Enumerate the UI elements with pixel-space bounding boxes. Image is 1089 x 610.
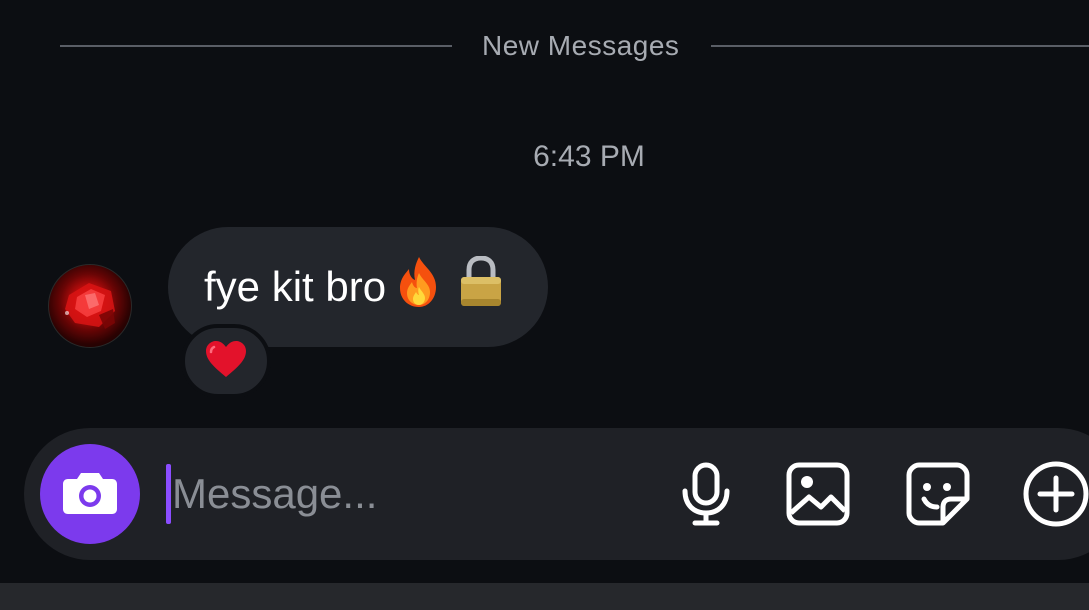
message-composer bbox=[24, 428, 1089, 560]
bottom-bar bbox=[0, 583, 1089, 610]
avatar[interactable] bbox=[48, 264, 132, 348]
sticker-icon bbox=[905, 461, 971, 527]
sticker-button[interactable] bbox=[902, 458, 974, 530]
message-input[interactable] bbox=[172, 462, 632, 526]
fire-emoji bbox=[394, 255, 444, 319]
more-button[interactable] bbox=[1020, 458, 1089, 530]
camera-icon bbox=[62, 469, 118, 520]
image-icon bbox=[785, 461, 851, 527]
microphone-icon bbox=[679, 461, 733, 527]
divider-line-right bbox=[711, 45, 1089, 47]
new-messages-divider: New Messages bbox=[60, 28, 1089, 64]
new-messages-label: New Messages bbox=[482, 30, 680, 61]
heart-emoji bbox=[204, 339, 248, 384]
microphone-button[interactable] bbox=[670, 458, 742, 530]
message-timestamp: 6:43 PM bbox=[533, 140, 645, 173]
camera-button[interactable] bbox=[40, 444, 140, 544]
reaction-pill[interactable] bbox=[181, 324, 271, 398]
message-text: fye kit bro bbox=[204, 263, 387, 310]
divider-line-left bbox=[60, 45, 452, 47]
plus-icon bbox=[1022, 460, 1089, 528]
text-cursor bbox=[166, 464, 171, 524]
avatar-image bbox=[65, 283, 115, 329]
gallery-button[interactable] bbox=[782, 458, 854, 530]
chat-screen: New Messages 6:43 PM fye kit bro bbox=[0, 0, 1089, 610]
lock-emoji bbox=[458, 255, 504, 318]
